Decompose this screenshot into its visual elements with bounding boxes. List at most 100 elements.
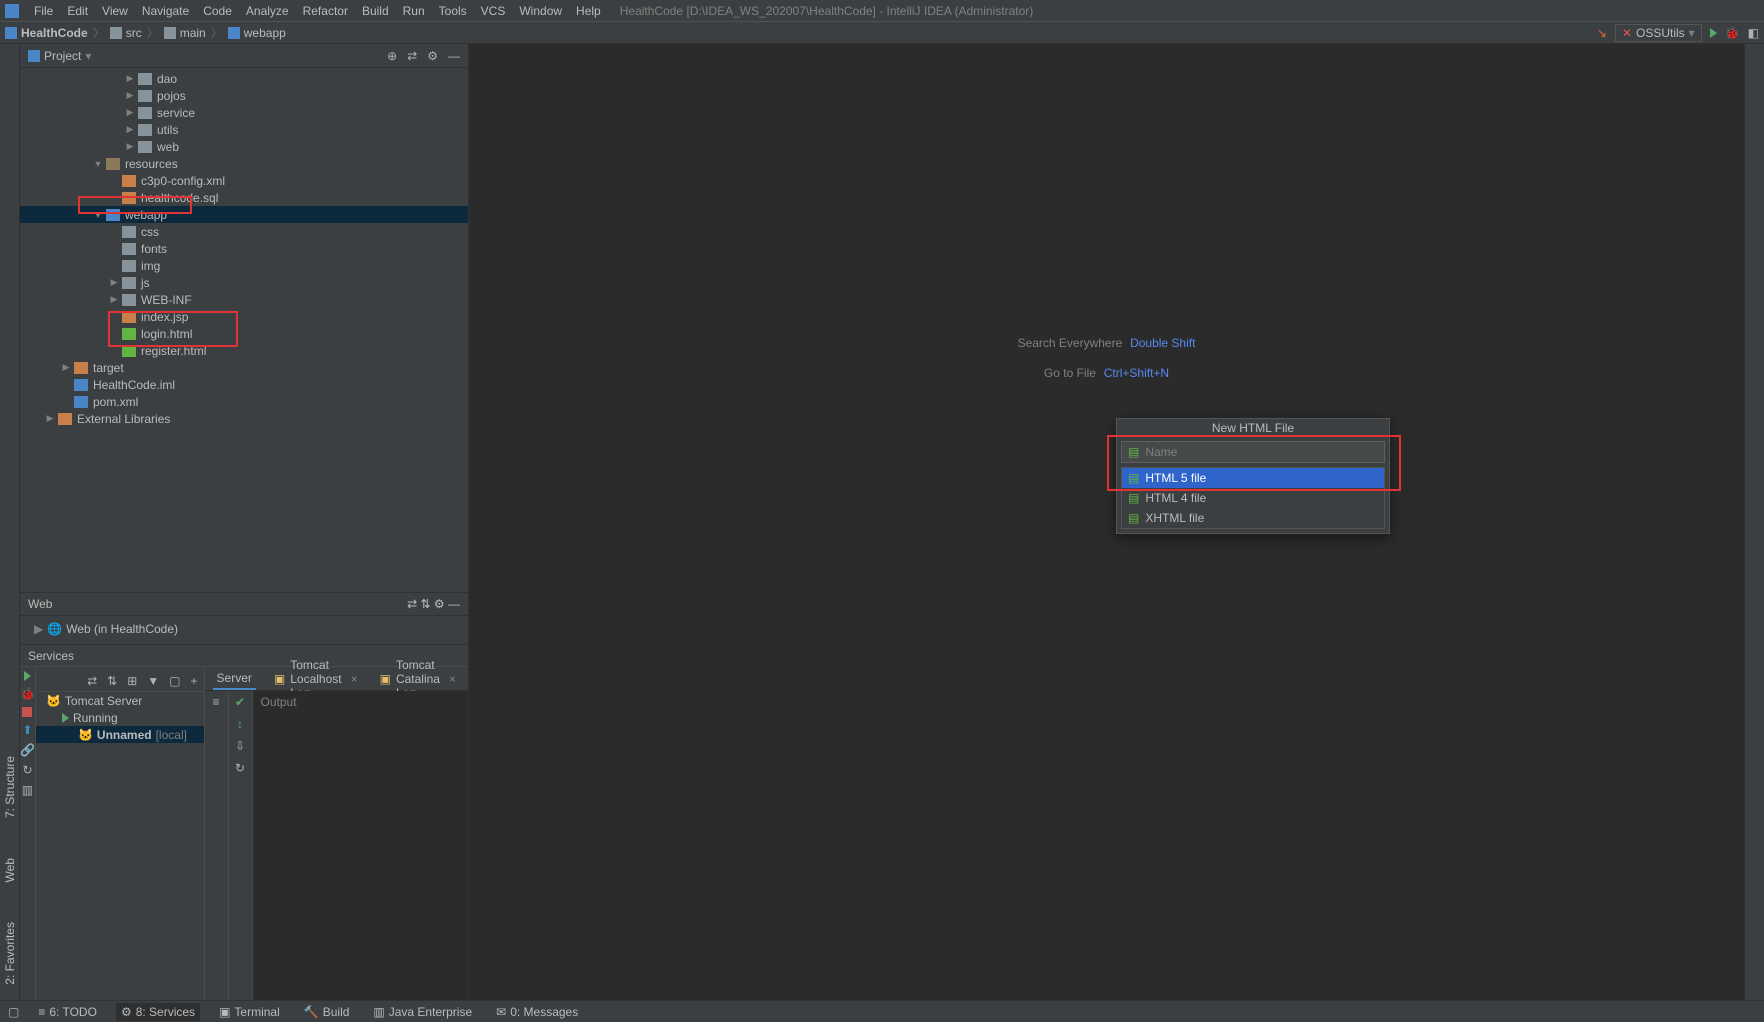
- chevron-right-icon[interactable]: [122, 124, 138, 135]
- group-icon[interactable]: ⊞: [127, 674, 137, 688]
- status-terminal[interactable]: ▣Terminal: [214, 1003, 285, 1021]
- menu-build[interactable]: Build: [355, 4, 396, 18]
- popup-name-field[interactable]: ▤: [1121, 441, 1385, 463]
- run-config-dropdown[interactable]: ✕ OSSUtils ▾: [1615, 24, 1702, 42]
- chevron-right-icon[interactable]: [106, 277, 122, 288]
- tree-row[interactable]: target: [20, 359, 468, 376]
- menu-vcs[interactable]: VCS: [474, 4, 513, 18]
- menu-analyze[interactable]: Analyze: [239, 4, 296, 18]
- services-tree-root[interactable]: 🐱 Tomcat Server: [36, 692, 204, 709]
- tree-row[interactable]: css: [20, 223, 468, 240]
- menu-navigate[interactable]: Navigate: [135, 4, 196, 18]
- chevron-right-icon[interactable]: [122, 141, 138, 152]
- breadcrumb-main[interactable]: main: [164, 26, 206, 40]
- close-icon[interactable]: ×: [449, 672, 456, 686]
- run-icon[interactable]: [1710, 28, 1717, 38]
- tree-row[interactable]: service: [20, 104, 468, 121]
- menu-tools[interactable]: Tools: [432, 4, 474, 18]
- rail-web-tab[interactable]: Web: [1, 853, 19, 887]
- up-icon[interactable]: ↕: [237, 717, 243, 731]
- collapse-icon[interactable]: —: [448, 49, 460, 63]
- menu-code[interactable]: Code: [196, 4, 239, 18]
- chevron-down-icon[interactable]: ▾: [85, 49, 91, 63]
- status-build[interactable]: 🔨Build: [299, 1003, 355, 1021]
- menu-file[interactable]: File: [27, 4, 60, 18]
- menu-edit[interactable]: Edit: [60, 4, 95, 18]
- popup-option-html4[interactable]: ▤HTML 4 file: [1122, 488, 1384, 508]
- debug-icon[interactable]: 🐞: [1725, 26, 1740, 40]
- down-icon[interactable]: ⇩: [235, 739, 245, 753]
- tree-row[interactable]: web: [20, 138, 468, 155]
- tree-row[interactable]: External Libraries: [20, 410, 468, 427]
- stop-icon[interactable]: [22, 707, 32, 717]
- tree-row[interactable]: index.jsp: [20, 308, 468, 325]
- filter-icon[interactable]: ▼: [147, 674, 159, 688]
- tree-row[interactable]: js: [20, 274, 468, 291]
- chevron-down-icon[interactable]: [90, 159, 106, 169]
- checkmark-icon[interactable]: ✔: [235, 695, 245, 709]
- tree-row[interactable]: healthcode.sql: [20, 189, 468, 206]
- tree-row[interactable]: img: [20, 257, 468, 274]
- chevron-right-icon[interactable]: [58, 362, 74, 373]
- chevron-right-icon[interactable]: [122, 107, 138, 118]
- web-panel-item[interactable]: ▶ 🌐 Web (in HealthCode): [28, 620, 460, 638]
- services-tree-item[interactable]: 🐱 Unnamed [local]: [36, 726, 204, 743]
- tree-row[interactable]: utils: [20, 121, 468, 138]
- tree-row[interactable]: c3p0-config.xml: [20, 172, 468, 189]
- tree-row[interactable]: resources: [20, 155, 468, 172]
- gear-icon[interactable]: ⚙: [427, 49, 438, 63]
- chevron-right-icon[interactable]: [42, 413, 58, 424]
- breadcrumb-webapp[interactable]: webapp: [228, 26, 286, 40]
- tree-row[interactable]: webapp: [20, 206, 468, 223]
- popup-option-xhtml[interactable]: ▤XHTML file: [1122, 508, 1384, 528]
- tree-row[interactable]: WEB-INF: [20, 291, 468, 308]
- project-tree[interactable]: daopojosserviceutilswebresourcesc3p0-con…: [20, 68, 468, 592]
- popup-name-input[interactable]: [1145, 445, 1378, 459]
- settings-icon[interactable]: ≡: [213, 695, 220, 709]
- tree-row[interactable]: login.html: [20, 325, 468, 342]
- collapse-all-icon[interactable]: ⇅: [107, 674, 117, 688]
- chevron-right-icon[interactable]: [106, 294, 122, 305]
- menu-refactor[interactable]: Refactor: [296, 4, 355, 18]
- breadcrumb-src[interactable]: src: [110, 26, 142, 40]
- menu-help[interactable]: Help: [569, 4, 608, 18]
- status-messages[interactable]: ✉0: Messages: [491, 1003, 583, 1021]
- menu-view[interactable]: View: [95, 4, 135, 18]
- filter-icon[interactable]: ▥: [22, 783, 33, 797]
- gear-icon[interactable]: ⚙: [434, 597, 445, 611]
- deploy-icon[interactable]: ⬆: [22, 723, 32, 737]
- status-java-enterprise[interactable]: ▥Java Enterprise: [368, 1003, 477, 1021]
- rail-structure-tab[interactable]: 7: Structure: [1, 751, 19, 823]
- minimize-icon[interactable]: —: [448, 597, 460, 611]
- run-icon[interactable]: [24, 671, 31, 681]
- statusbar-corner-icon[interactable]: ▢: [8, 1005, 19, 1019]
- menu-window[interactable]: Window: [512, 4, 569, 18]
- breadcrumb-root[interactable]: HealthCode: [5, 26, 88, 40]
- popup-option-html5[interactable]: ▤HTML 5 file: [1122, 468, 1384, 488]
- chevron-right-icon[interactable]: [122, 73, 138, 84]
- debug-icon[interactable]: 🐞: [20, 687, 35, 701]
- expand-icon[interactable]: ⇄: [407, 597, 417, 611]
- tree-row[interactable]: dao: [20, 70, 468, 87]
- link-icon[interactable]: 🔗: [20, 743, 35, 757]
- rail-favorites-tab[interactable]: 2: Favorites: [1, 917, 19, 990]
- status-services[interactable]: ⚙8: Services: [116, 1003, 200, 1021]
- refresh-icon[interactable]: ↻: [235, 761, 245, 775]
- tab-server[interactable]: Server: [213, 668, 256, 690]
- add-icon[interactable]: +: [191, 674, 198, 688]
- compass-icon[interactable]: ↘: [1597, 26, 1607, 40]
- project-header-label[interactable]: Project: [44, 49, 81, 63]
- refresh-icon[interactable]: ↻: [22, 763, 32, 777]
- menu-run[interactable]: Run: [396, 4, 432, 18]
- expand-icon[interactable]: ⇄: [407, 49, 417, 63]
- expand-all-icon[interactable]: ⇄: [87, 674, 97, 688]
- output-console[interactable]: Output: [253, 691, 468, 1000]
- locate-icon[interactable]: ⊕: [387, 49, 397, 63]
- close-icon[interactable]: ×: [351, 672, 358, 686]
- tree-row[interactable]: pojos: [20, 87, 468, 104]
- services-tree-running[interactable]: Running: [36, 709, 204, 726]
- layout-icon[interactable]: ▢: [169, 674, 180, 688]
- tree-row[interactable]: pom.xml: [20, 393, 468, 410]
- tree-row[interactable]: fonts: [20, 240, 468, 257]
- collapse-icon[interactable]: ⇅: [420, 597, 430, 611]
